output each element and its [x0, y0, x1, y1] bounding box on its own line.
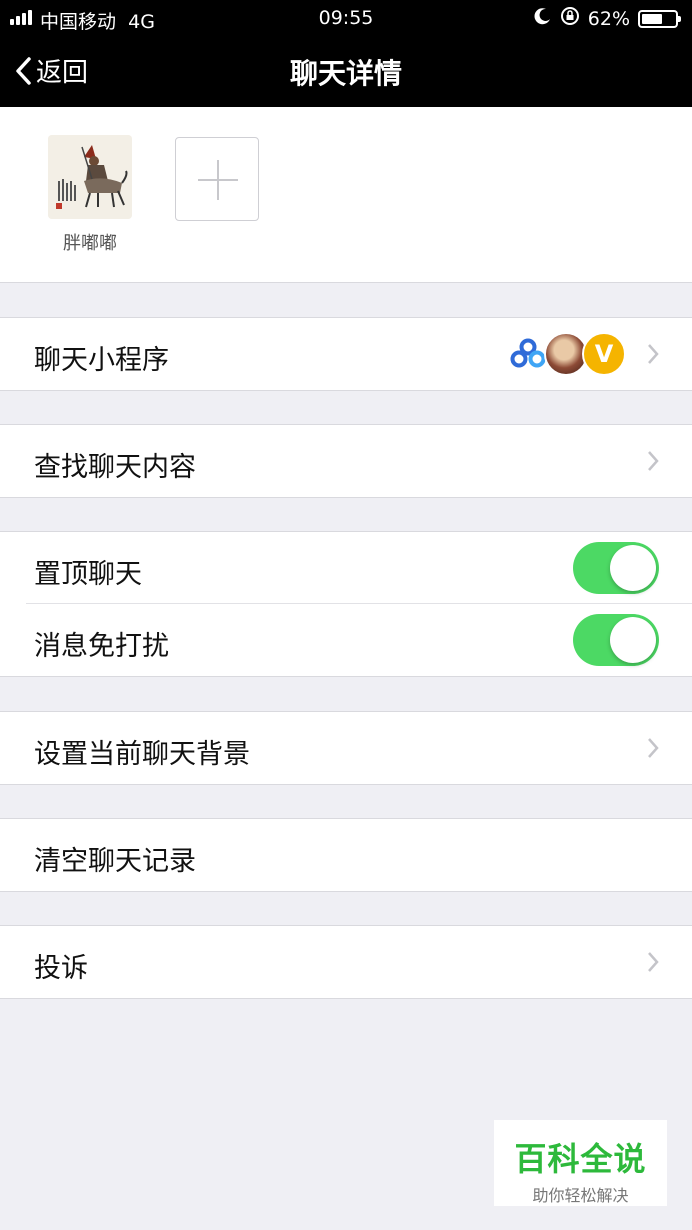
page-title: 聊天详情: [289, 57, 402, 90]
mini-program-label: 聊天小程序: [34, 345, 169, 376]
report-cell[interactable]: 投诉: [0, 926, 692, 998]
battery-icon: [638, 9, 681, 28]
mute-notifications-toggle[interactable]: [573, 614, 659, 666]
search-history-cell[interactable]: 查找聊天内容: [0, 425, 692, 497]
clear-history-group: 清空聊天记录: [0, 818, 692, 892]
mini-program-group: 聊天小程序 V: [0, 317, 692, 391]
sticky-on-top-toggle[interactable]: [573, 542, 659, 594]
report-group: 投诉: [0, 925, 692, 999]
set-background-label: 设置当前聊天背景: [34, 739, 250, 770]
mini-program-cell[interactable]: 聊天小程序 V: [0, 318, 692, 390]
member-name: 胖嘟嘟: [63, 233, 117, 254]
member-item[interactable]: 胖嘟嘟: [48, 135, 132, 255]
search-group: 查找聊天内容: [0, 424, 692, 498]
mute-notifications-cell: 消息免打扰: [0, 604, 692, 676]
status-bar: 中国移动 4G 09:55 62%: [0, 0, 692, 36]
watermark-subtitle: 助你轻松解决: [532, 1186, 629, 1205]
search-history-label: 查找聊天内容: [34, 452, 196, 483]
chevron-right-icon: [648, 952, 659, 972]
painting-horse-rider-avatar: [48, 135, 132, 219]
rotation-lock-icon: [560, 6, 580, 31]
battery-percent: 62%: [587, 7, 630, 30]
plus-icon: [198, 160, 238, 200]
sticky-on-top-cell: 置顶聊天: [0, 532, 692, 604]
add-member-button[interactable]: [175, 137, 259, 221]
mute-notifications-label: 消息免打扰: [34, 631, 169, 662]
v-badge-icon: V: [582, 332, 626, 376]
back-button[interactable]: 返回: [14, 52, 88, 89]
clear-history-label: 清空聊天记录: [34, 846, 196, 877]
set-background-cell[interactable]: 设置当前聊天背景: [0, 712, 692, 784]
chevron-right-icon: [648, 451, 659, 471]
mini-program-icons: V: [506, 332, 626, 376]
background-group: 设置当前聊天背景: [0, 711, 692, 785]
back-label: 返回: [36, 58, 89, 88]
chevron-right-icon: [648, 738, 659, 758]
toggle-group: 置顶聊天 消息免打扰: [0, 531, 692, 677]
moon-icon: [534, 7, 552, 30]
watermark-title: 百科全说: [514, 1140, 647, 1178]
sticky-on-top-label: 置顶聊天: [34, 559, 142, 590]
members-section: 胖嘟嘟: [0, 107, 692, 283]
nav-bar: 返回 聊天详情: [0, 36, 692, 107]
report-label: 投诉: [34, 953, 88, 984]
chevron-right-icon: [648, 344, 659, 364]
clear-history-cell[interactable]: 清空聊天记录: [0, 819, 692, 891]
chevron-left-icon: [16, 56, 31, 85]
watermark-logo: 百科全说 助你轻松解决: [494, 1120, 667, 1206]
